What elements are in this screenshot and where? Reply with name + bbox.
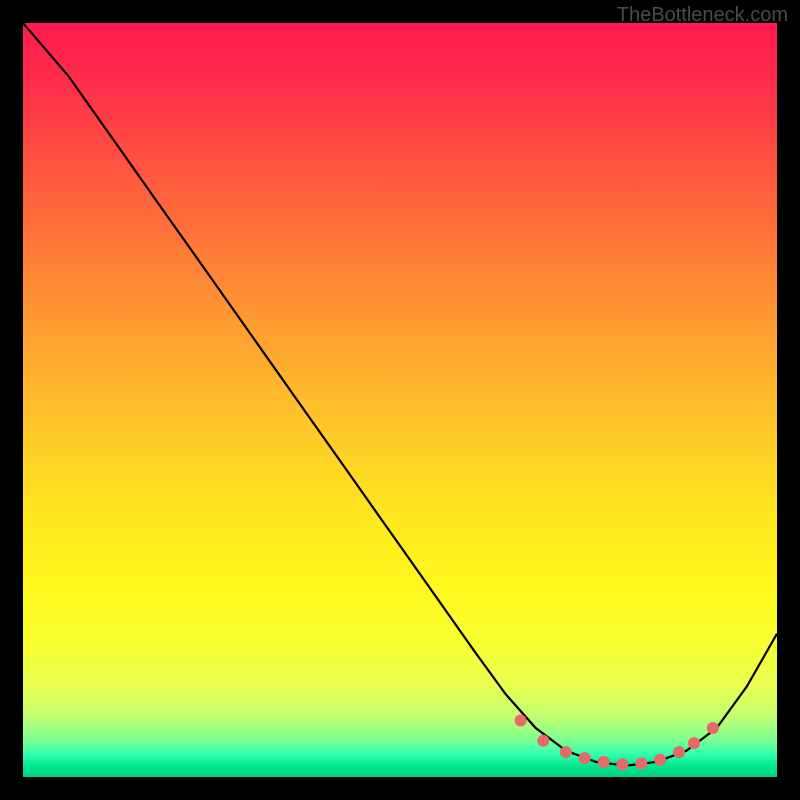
highlight-dot [537,735,549,747]
highlight-dot [515,715,527,727]
curve-line [23,23,777,766]
highlight-dot [598,756,610,768]
chart-svg [23,23,777,777]
highlight-dot [560,746,572,758]
watermark-text: TheBottleneck.com [617,4,788,27]
highlight-dot [707,722,719,734]
highlight-dot [673,746,685,758]
highlight-dot [654,754,666,766]
highlight-dot [616,758,628,770]
highlight-dot [579,752,591,764]
highlight-dot [688,737,700,749]
highlight-dot [635,757,647,769]
highlight-dots [515,715,719,771]
plot-area [23,23,777,777]
